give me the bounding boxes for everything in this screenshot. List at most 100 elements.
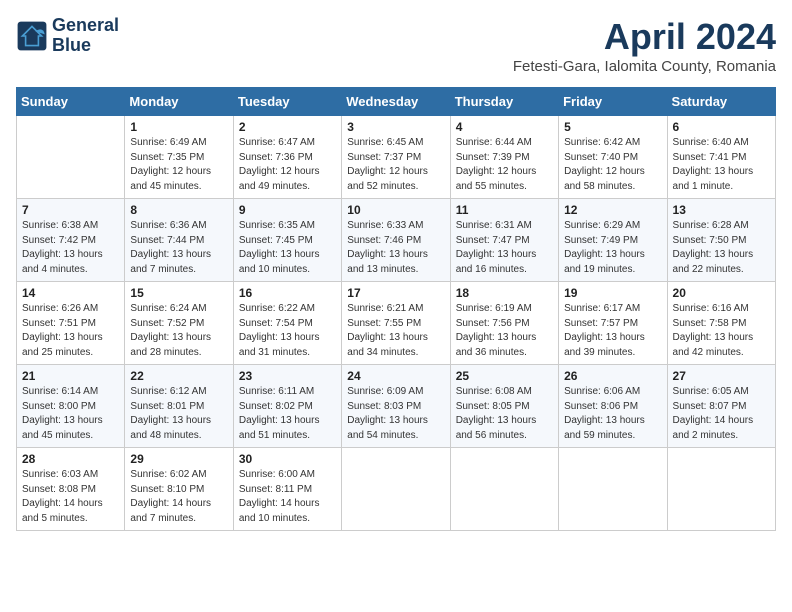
day-info: Sunrise: 6:26 AMSunset: 7:51 PMDaylight:… [22,302,119,360]
day-number: 14 [22,286,119,300]
day-number: 26 [564,369,661,383]
day-info: Sunrise: 6:05 AMSunset: 8:07 PMDaylight:… [673,385,770,443]
day-info: Sunrise: 6:40 AMSunset: 7:41 PMDaylight:… [673,136,770,194]
table-row [559,448,667,531]
day-info: Sunrise: 6:47 AMSunset: 7:36 PMDaylight:… [239,136,336,194]
day-info: Sunrise: 6:11 AMSunset: 8:02 PMDaylight:… [239,385,336,443]
day-number: 17 [347,286,444,300]
table-row: 23 Sunrise: 6:11 AMSunset: 8:02 PMDayligh… [233,365,341,448]
day-number: 19 [564,286,661,300]
day-number: 7 [22,203,119,217]
logo-text-line2: Blue [52,36,119,56]
day-number: 11 [456,203,553,217]
day-info: Sunrise: 6:16 AMSunset: 7:58 PMDaylight:… [673,302,770,360]
header-friday: Friday [559,88,667,116]
table-row: 17 Sunrise: 6:21 AMSunset: 7:55 PMDayligh… [342,282,450,365]
table-row: 15Sunrise: 6:24 AMSunset: 7:52 PMDayligh… [125,282,233,365]
day-info: Sunrise: 6:17 AMSunset: 7:57 PMDaylight:… [564,302,661,360]
day-number: 10 [347,203,444,217]
day-info: Sunrise: 6:38 AMSunset: 7:42 PMDaylight:… [22,219,119,277]
day-info: Sunrise: 6:14 AMSunset: 8:00 PMDaylight:… [22,385,119,443]
table-row: 8 Sunrise: 6:36 AMSunset: 7:44 PMDaylight… [125,199,233,282]
month-title: April 2024 [513,16,776,58]
table-row: 22 Sunrise: 6:12 AMSunset: 8:01 PMDayligh… [125,365,233,448]
day-number: 20 [673,286,770,300]
day-info: Sunrise: 6:35 AMSunset: 7:45 PMDaylight:… [239,219,336,277]
day-number: 3 [347,120,444,134]
day-number: 23 [239,369,336,383]
day-info: Sunrise: 6:44 AMSunset: 7:39 PMDaylight:… [456,136,553,194]
table-row: 6Sunrise: 6:40 AMSunset: 7:41 PMDaylight… [667,116,775,199]
location: Fetesti-Gara, Ialomita County, Romania [513,58,776,75]
day-number: 9 [239,203,336,217]
day-info: Sunrise: 6:36 AMSunset: 7:44 PMDaylight:… [130,219,227,277]
day-number: 13 [673,203,770,217]
day-number: 12 [564,203,661,217]
table-row: 9 Sunrise: 6:35 AMSunset: 7:45 PMDaylight… [233,199,341,282]
page-header: General Blue April 2024 Fetesti-Gara, Ia… [16,16,776,75]
day-info: Sunrise: 6:00 AMSunset: 8:11 PMDaylight:… [239,468,336,526]
day-number: 8 [130,203,227,217]
table-row: 20 Sunrise: 6:16 AMSunset: 7:58 PMDayligh… [667,282,775,365]
title-block: April 2024 Fetesti-Gara, Ialomita County… [513,16,776,75]
day-number: 16 [239,286,336,300]
table-row: 12 Sunrise: 6:29 AMSunset: 7:49 PMDayligh… [559,199,667,282]
table-row: 13 Sunrise: 6:28 AMSunset: 7:50 PMDayligh… [667,199,775,282]
day-number: 29 [130,452,227,466]
day-info: Sunrise: 6:22 AMSunset: 7:54 PMDaylight:… [239,302,336,360]
table-row: 21 Sunrise: 6:14 AMSunset: 8:00 PMDayligh… [17,365,125,448]
day-info: Sunrise: 6:06 AMSunset: 8:06 PMDaylight:… [564,385,661,443]
day-info: Sunrise: 6:21 AMSunset: 7:55 PMDaylight:… [347,302,444,360]
calendar-week-row: 7 Sunrise: 6:38 AMSunset: 7:42 PMDaylight… [17,199,776,282]
calendar-week-row: 1 Sunrise: 6:49 AMSunset: 7:35 PMDaylight… [17,116,776,199]
day-info: Sunrise: 6:45 AMSunset: 7:37 PMDaylight:… [347,136,444,194]
day-number: 5 [564,120,661,134]
day-info: Sunrise: 6:08 AMSunset: 8:05 PMDaylight:… [456,385,553,443]
day-number: 24 [347,369,444,383]
calendar-week-row: 21 Sunrise: 6:14 AMSunset: 8:00 PMDayligh… [17,365,776,448]
logo: General Blue [16,16,119,56]
table-row [450,448,558,531]
table-row: 3 Sunrise: 6:45 AMSunset: 7:37 PMDaylight… [342,116,450,199]
day-number: 22 [130,369,227,383]
table-row: 2 Sunrise: 6:47 AMSunset: 7:36 PMDaylight… [233,116,341,199]
table-row: 7 Sunrise: 6:38 AMSunset: 7:42 PMDaylight… [17,199,125,282]
day-info: Sunrise: 6:49 AMSunset: 7:35 PMDaylight:… [130,136,227,194]
day-info: Sunrise: 6:03 AMSunset: 8:08 PMDaylight:… [22,468,119,526]
day-info: Sunrise: 6:42 AMSunset: 7:40 PMDaylight:… [564,136,661,194]
header-wednesday: Wednesday [342,88,450,116]
logo-text-line1: General [52,16,119,36]
day-info: Sunrise: 6:29 AMSunset: 7:49 PMDaylight:… [564,219,661,277]
table-row [342,448,450,531]
table-row: 16 Sunrise: 6:22 AMSunset: 7:54 PMDayligh… [233,282,341,365]
table-row: 27Sunrise: 6:05 AMSunset: 8:07 PMDayligh… [667,365,775,448]
table-row: 4 Sunrise: 6:44 AMSunset: 7:39 PMDaylight… [450,116,558,199]
table-row [17,116,125,199]
table-row: 5 Sunrise: 6:42 AMSunset: 7:40 PMDaylight… [559,116,667,199]
calendar-week-row: 14 Sunrise: 6:26 AMSunset: 7:51 PMDayligh… [17,282,776,365]
header-tuesday: Tuesday [233,88,341,116]
day-info: Sunrise: 6:02 AMSunset: 8:10 PMDaylight:… [130,468,227,526]
table-row: 11 Sunrise: 6:31 AMSunset: 7:47 PMDayligh… [450,199,558,282]
header-saturday: Saturday [667,88,775,116]
table-row: 19 Sunrise: 6:17 AMSunset: 7:57 PMDayligh… [559,282,667,365]
day-number: 2 [239,120,336,134]
table-row: 25Sunrise: 6:08 AMSunset: 8:05 PMDayligh… [450,365,558,448]
day-number: 15 [130,286,227,300]
table-row: 24Sunrise: 6:09 AMSunset: 8:03 PMDayligh… [342,365,450,448]
day-info: Sunrise: 6:31 AMSunset: 7:47 PMDaylight:… [456,219,553,277]
table-row: 29 Sunrise: 6:02 AMSunset: 8:10 PMDayligh… [125,448,233,531]
table-row: 30Sunrise: 6:00 AMSunset: 8:11 PMDayligh… [233,448,341,531]
header-sunday: Sunday [17,88,125,116]
weekday-header-row: Sunday Monday Tuesday Wednesday Thursday… [17,88,776,116]
day-number: 1 [130,120,227,134]
day-info: Sunrise: 6:28 AMSunset: 7:50 PMDaylight:… [673,219,770,277]
table-row: 26 Sunrise: 6:06 AMSunset: 8:06 PMDayligh… [559,365,667,448]
day-number: 21 [22,369,119,383]
table-row: 10Sunrise: 6:33 AMSunset: 7:46 PMDayligh… [342,199,450,282]
day-info: Sunrise: 6:12 AMSunset: 8:01 PMDaylight:… [130,385,227,443]
day-number: 4 [456,120,553,134]
table-row: 18Sunrise: 6:19 AMSunset: 7:56 PMDayligh… [450,282,558,365]
logo-icon [16,20,48,52]
table-row: 28Sunrise: 6:03 AMSunset: 8:08 PMDayligh… [17,448,125,531]
